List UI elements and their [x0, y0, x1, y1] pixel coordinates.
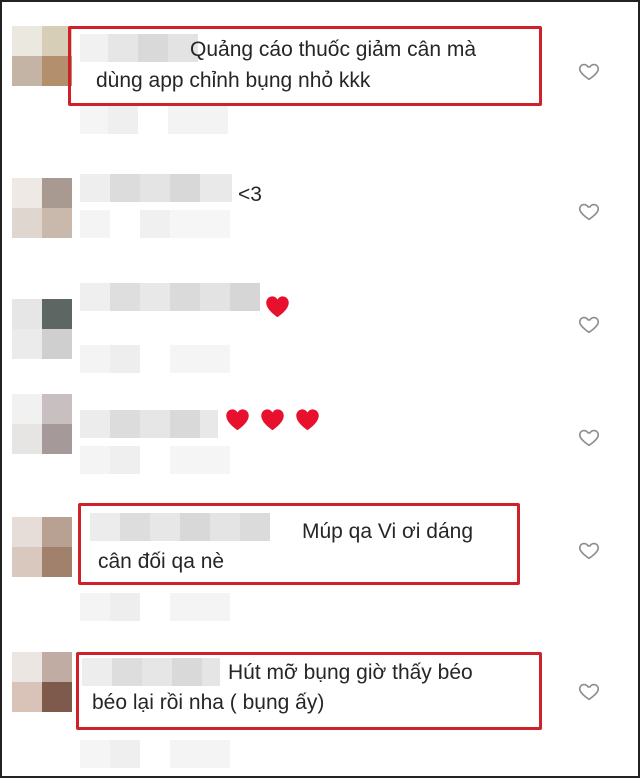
heart-outline-icon[interactable]: [578, 680, 600, 702]
comment-row: Quảng cáo thuốc giảm cân mà dùng app chỉ…: [2, 2, 638, 142]
comment-row: [2, 267, 638, 377]
comment-row: Múp qa Vi ơi dáng cân đối qa nè: [2, 497, 638, 627]
red-heart-emoji: [296, 409, 319, 431]
comment-text-line2: béo lại rồi nha ( bụng ấy): [92, 691, 325, 714]
blurred-avatar: [12, 517, 72, 577]
blurred-avatar: [12, 178, 72, 238]
red-heart-emoji: [266, 296, 289, 318]
comment-text-line1: Quảng cáo thuốc giảm cân mà: [190, 38, 477, 61]
blurred-avatar: [12, 652, 72, 712]
blurred-avatar: [12, 394, 72, 454]
comment-list-screenshot: Quảng cáo thuốc giảm cân mà dùng app chỉ…: [0, 0, 640, 778]
blurred-avatar: [12, 26, 72, 86]
heart-outline-icon[interactable]: [578, 539, 600, 561]
heart-outline-icon[interactable]: [578, 60, 600, 82]
comment-text-line1: Múp qa Vi ơi dáng: [302, 520, 473, 543]
emoji-hearts: [264, 293, 291, 320]
blurred-avatar: [12, 299, 72, 359]
red-heart-emoji: [261, 409, 284, 431]
heart-outline-icon[interactable]: [578, 313, 600, 335]
comment-text-line1: Hút mỡ bụng giờ thấy béo: [228, 661, 473, 684]
emoji-hearts: [224, 406, 321, 433]
comment-text-line1: <3: [238, 183, 262, 206]
comment-row: <3: [2, 152, 638, 262]
comment-row: Hút mỡ bụng giờ thấy béo béo lại rồi nha…: [2, 632, 638, 776]
comment-row: [2, 382, 638, 492]
red-heart-emoji: [226, 409, 249, 431]
comment-text-line2: cân đối qa nè: [98, 550, 225, 573]
heart-outline-icon[interactable]: [578, 426, 600, 448]
comment-text-line2: dùng app chỉnh bụng nhỏ kkk: [96, 69, 371, 92]
heart-outline-icon[interactable]: [578, 200, 600, 222]
